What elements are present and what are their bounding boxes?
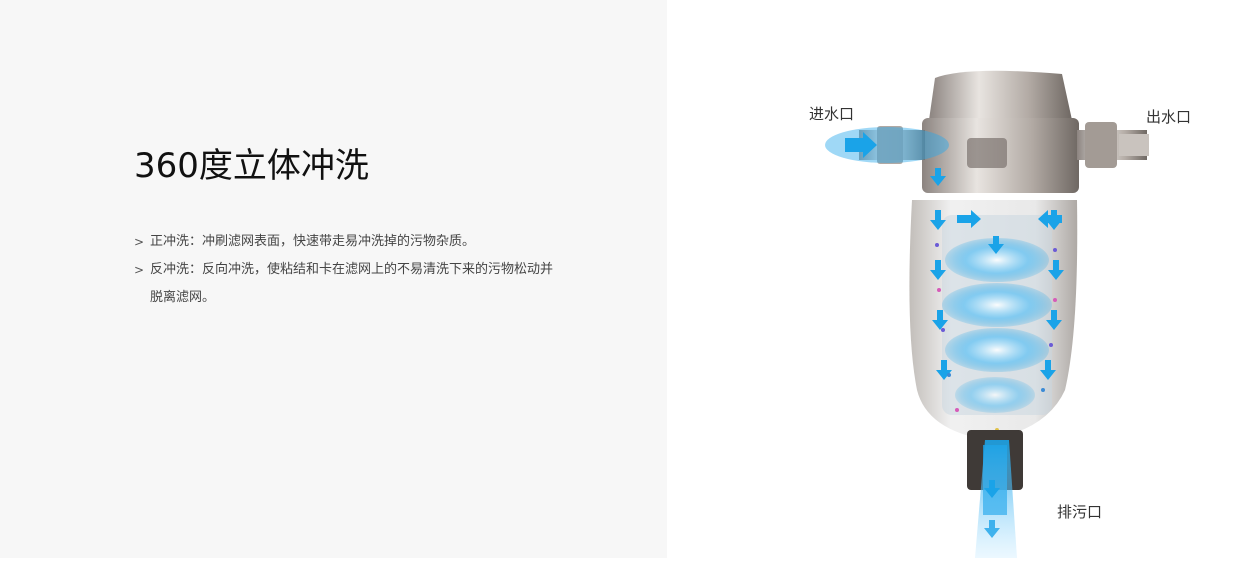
feature-text: 正冲洗：冲刷滤网表面，快速带走易冲洗掉的污物杂质。 bbox=[150, 234, 476, 249]
page-title: 360度立体冲洗 bbox=[134, 146, 369, 186]
drain-label: 排污口 bbox=[1057, 503, 1103, 521]
filter-illustration bbox=[825, 70, 1149, 558]
feature-list: > 正冲洗：冲刷滤网表面，快速带走易冲洗掉的污物杂质。 > 反冲洗：反向冲洗，使… bbox=[134, 228, 554, 312]
list-item: > 反冲洗：反向冲洗，使粘结和卡在滤网上的不易清洗下来的污物松动并脱离滤网。 bbox=[134, 256, 554, 312]
chevron-right-icon: > bbox=[134, 263, 145, 277]
top-cap bbox=[929, 70, 1072, 120]
description-panel: 360度立体冲洗 > 正冲洗：冲刷滤网表面，快速带走易冲洗掉的污物杂质。 > 反… bbox=[0, 0, 667, 558]
swirl-water bbox=[955, 377, 1035, 413]
swirl-water bbox=[945, 328, 1049, 372]
product-illustration-panel: 进水口 出水口 排污口 bbox=[667, 0, 1245, 558]
page-footer-space bbox=[0, 558, 1245, 579]
swirl-water bbox=[942, 283, 1052, 327]
list-item: > 正冲洗：冲刷滤网表面，快速带走易冲洗掉的污物杂质。 bbox=[134, 228, 554, 256]
inlet-label: 进水口 bbox=[809, 105, 855, 123]
chevron-right-icon: > bbox=[134, 235, 145, 249]
feature-text: 反冲洗：反向冲洗，使粘结和卡在滤网上的不易清洗下来的污物松动并脱离滤网。 bbox=[150, 262, 554, 305]
outlet-label: 出水口 bbox=[1146, 108, 1192, 126]
inlet-water-flow bbox=[825, 127, 949, 163]
